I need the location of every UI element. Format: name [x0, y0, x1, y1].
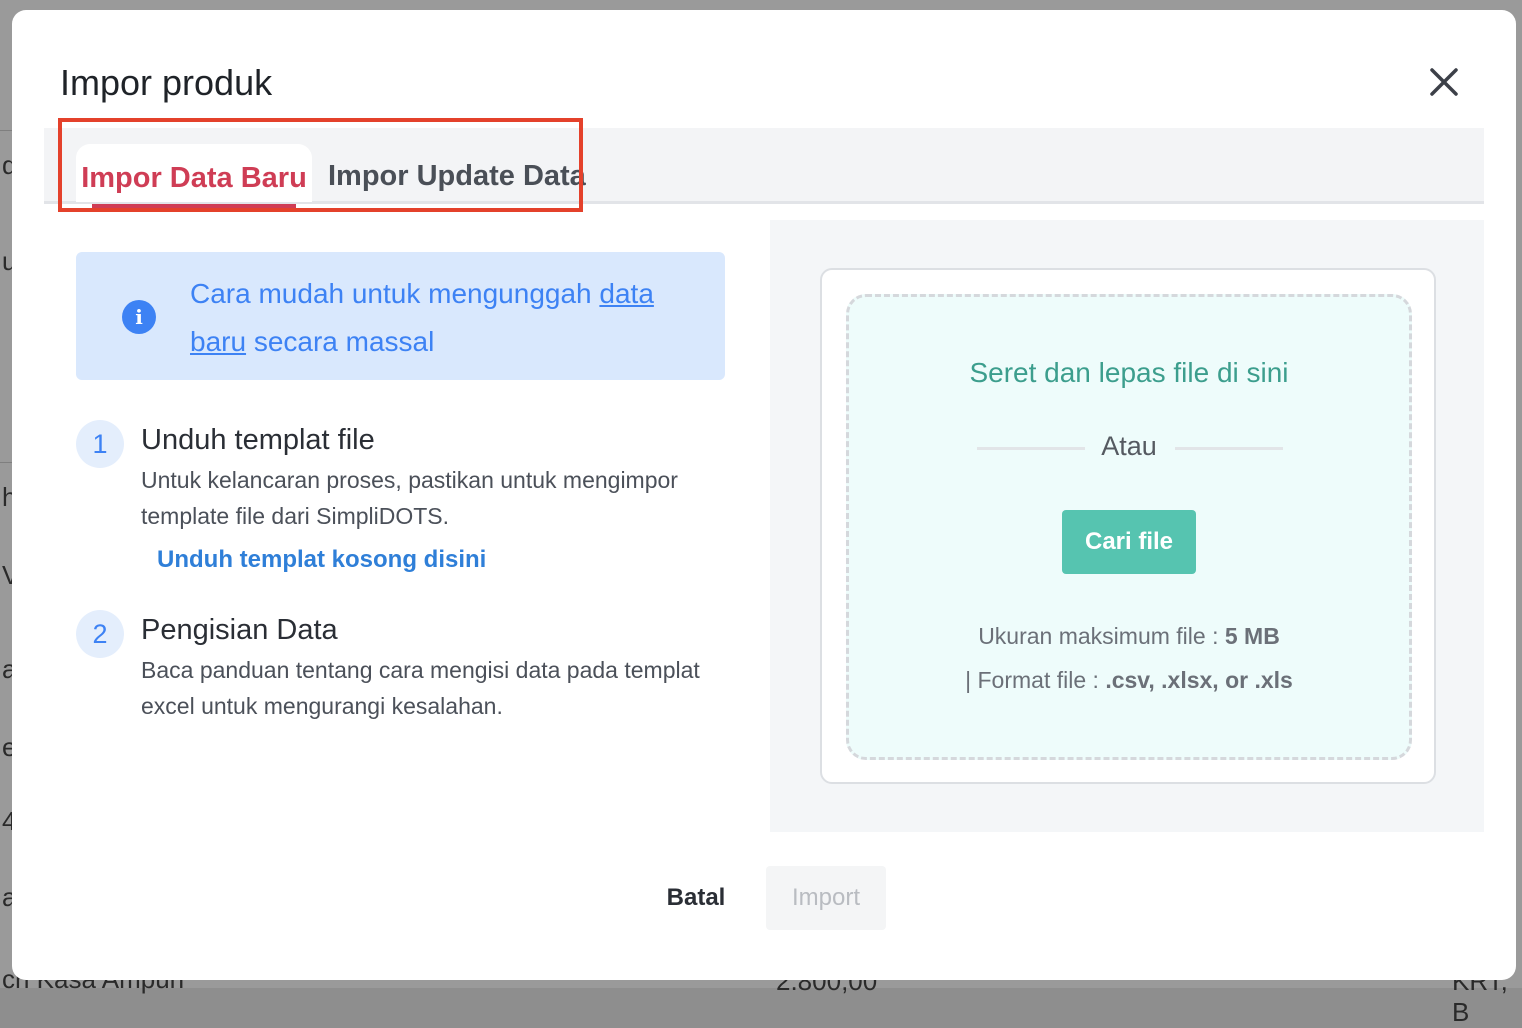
- import-button[interactable]: Import: [766, 866, 886, 930]
- drop-instruction: Seret dan lepas file di sini: [969, 357, 1289, 388]
- step-description: Untuk kelancaran proses, pastikan untuk …: [141, 467, 678, 529]
- step-title: Pengisian Data: [141, 614, 338, 646]
- cancel-button[interactable]: Batal: [648, 878, 744, 918]
- download-template-link[interactable]: Unduh templat kosong disini: [157, 546, 486, 574]
- info-text-suffix: secara massal: [246, 326, 435, 357]
- max-size-value: 5 MB: [1224, 623, 1280, 649]
- info-link-data[interactable]: data: [599, 278, 654, 309]
- step-number-badge: 1: [76, 420, 124, 468]
- max-size-info: Ukuran maksimum file : 5 MB: [849, 623, 1409, 650]
- format-value: .csv, .xlsx, or .xls: [1105, 667, 1293, 693]
- info-text: Cara mudah untuk mengunggah data baru sec…: [190, 270, 690, 366]
- step-title: Unduh templat file: [141, 424, 375, 456]
- divider-right: [1175, 447, 1283, 450]
- background-divider: [0, 462, 12, 463]
- info-icon: i: [122, 300, 156, 334]
- step-number-badge: 2: [76, 610, 124, 658]
- info-link-baru[interactable]: baru: [190, 326, 246, 357]
- import-product-modal: Impor produk Impor Data Baru Impor Updat…: [12, 10, 1516, 980]
- info-banner: i Cara mudah untuk mengunggah data baru s…: [76, 252, 725, 380]
- or-label: Atau: [1101, 431, 1157, 461]
- max-size-label: Ukuran maksimum file :: [978, 623, 1225, 649]
- format-label: | Format file :: [965, 667, 1106, 693]
- browse-file-button[interactable]: Cari file: [1062, 510, 1196, 574]
- upload-panel: Seret dan lepas file di sini Atau Cari f…: [770, 220, 1484, 832]
- format-info: | Format file : .csv, .xlsx, or .xls: [849, 667, 1409, 694]
- background-divider: [0, 130, 12, 131]
- upload-card: Seret dan lepas file di sini Atau Cari f…: [820, 268, 1436, 784]
- tab-highlight-annotation: [58, 118, 583, 212]
- info-text-prefix: Cara mudah untuk mengunggah: [190, 278, 600, 309]
- close-icon: [1430, 68, 1458, 96]
- file-drop-zone[interactable]: Seret dan lepas file di sini Atau Cari f…: [846, 294, 1412, 760]
- close-button[interactable]: [1424, 62, 1464, 102]
- modal-title: Impor produk: [60, 62, 273, 103]
- step-description: Baca panduan tentang cara mengisi data p…: [141, 657, 700, 719]
